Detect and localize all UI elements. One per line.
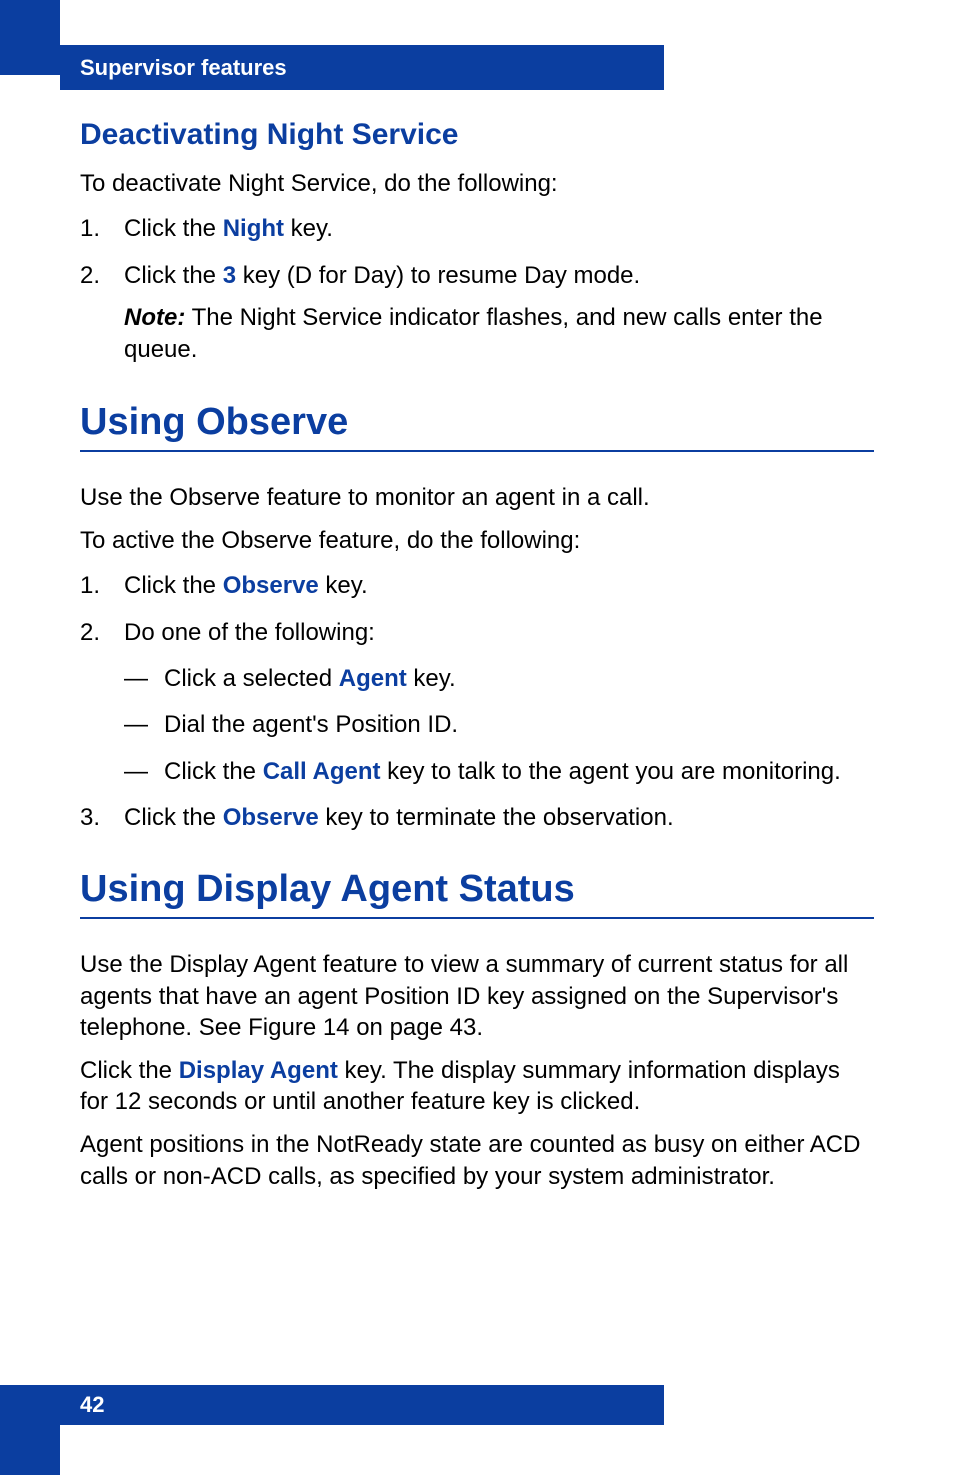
text-fragment: key. [319, 572, 368, 599]
observe-sub-b: Dial the agent's Position ID. [124, 709, 874, 741]
text-fragment: Click the [124, 215, 223, 242]
footer-spine [0, 1385, 60, 1475]
text-fragment: Click the [124, 262, 223, 289]
section-title: Supervisor features [80, 55, 287, 80]
keyword-call-agent: Call Agent [263, 758, 381, 785]
text-fragment: key (D for Day) to resume Day mode. [236, 262, 640, 289]
display-p3: Agent positions in the NotReady state ar… [80, 1129, 874, 1191]
keyword-agent: Agent [339, 665, 407, 692]
text-fragment: Click the [124, 804, 223, 831]
observe-step-1: Click the Observe key. [80, 570, 874, 602]
observe-p1: Use the Observe feature to monitor an ag… [80, 482, 874, 513]
text-fragment: Click the [80, 1057, 179, 1084]
text-fragment: Click the [164, 758, 263, 785]
text-fragment: key. [407, 665, 456, 692]
content-area: Deactivating Night Service To deactivate… [80, 100, 874, 1204]
keyword-3: 3 [223, 262, 236, 289]
text-fragment: key. [284, 215, 333, 242]
text-fragment: Click a selected [164, 665, 339, 692]
page: Supervisor features Deactivating Night S… [0, 0, 954, 1475]
text-fragment: key to terminate the observation. [319, 804, 674, 831]
note-label: Note: [124, 304, 185, 331]
deactivate-note: Note: The Night Service indicator flashe… [124, 302, 874, 367]
heading-using-display-agent-status: Using Display Agent Status [80, 868, 874, 919]
deactivate-step-1: Click the Night key. [80, 213, 874, 245]
note-text: The Night Service indicator flashes, and… [124, 304, 823, 363]
observe-step-3: Click the Observe key to terminate the o… [80, 802, 874, 834]
page-number: 42 [80, 1392, 104, 1417]
observe-p2: To active the Observe feature, do the fo… [80, 525, 874, 556]
observe-steps-list: Click the Observe key. Do one of the fol… [80, 570, 874, 834]
header-spine [0, 0, 60, 75]
keyword-observe: Observe [223, 804, 319, 831]
observe-sub-c: Click the Call Agent key to talk to the … [124, 756, 874, 788]
footer-bar: 42 [60, 1385, 664, 1425]
observe-sub-a: Click a selected Agent key. [124, 663, 874, 695]
text-fragment: key to talk to the agent you are monitor… [381, 758, 841, 785]
display-p1: Use the Display Agent feature to view a … [80, 949, 874, 1043]
header-bar: Supervisor features [60, 45, 664, 90]
keyword-display-agent: Display Agent [179, 1057, 338, 1084]
deactivate-steps-list: Click the Night key. Click the 3 key (D … [80, 213, 874, 367]
text-fragment: Click the [124, 572, 223, 599]
observe-sub-list: Click a selected Agent key. Dial the age… [124, 663, 874, 788]
intro-deactivate: To deactivate Night Service, do the foll… [80, 168, 874, 199]
keyword-observe: Observe [223, 572, 319, 599]
observe-step-2: Do one of the following: Click a selecte… [80, 617, 874, 789]
keyword-night: Night [223, 215, 284, 242]
observe-step-2-label: Do one of the following: [124, 619, 375, 646]
deactivate-step-2: Click the 3 key (D for Day) to resume Da… [80, 260, 874, 367]
heading-deactivating-night-service: Deactivating Night Service [80, 118, 874, 152]
heading-using-observe: Using Observe [80, 401, 874, 452]
display-p2: Click the Display Agent key. The display… [80, 1055, 874, 1117]
